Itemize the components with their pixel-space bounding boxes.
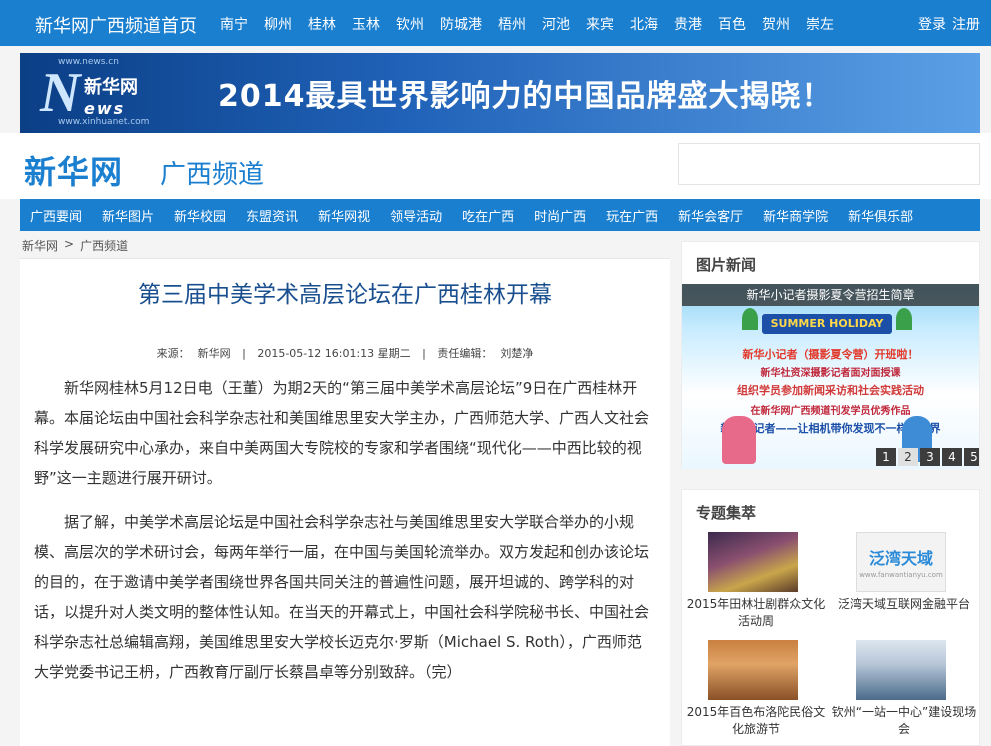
city-link[interactable]: 桂林 [308, 14, 336, 34]
nav-item[interactable]: 新华校园 [174, 206, 226, 225]
poster-line: 新华社资深摄影记者面对面授课 [760, 368, 901, 379]
topic-caption[interactable]: 钦州“一站一中心”建设现场会 [830, 704, 978, 738]
publish-datetime: 2015-05-12 16:01:13 星期二 [257, 347, 411, 360]
main-nav: 广西要闻 新华图片 新华校园 东盟资讯 新华网视 领导活动 吃在广西 时尚广西 … [20, 199, 980, 231]
city-link[interactable]: 玉林 [352, 14, 380, 34]
article: 第三届中美学术高层论坛在广西桂林开幕 来源： 新华网 | 2015-05-12 1… [20, 258, 670, 746]
slide-page-button[interactable]: 5 [964, 448, 979, 466]
topic-caption[interactable]: 泛湾天域互联网金融平台 [830, 596, 978, 613]
auth-links: 登录 注册 [918, 14, 986, 34]
nav-item[interactable]: 吃在广西 [462, 206, 514, 225]
cartoon-girl-icon [722, 416, 756, 464]
nav-item[interactable]: 东盟资讯 [246, 206, 298, 225]
poster-line: 新华小记者（摄影夏令营）开班啦！ [742, 348, 919, 361]
poster-line: 在新华网广西频道刊发学员优秀作品 [750, 406, 911, 417]
topic-thumbnail[interactable]: 泛湾天域 www.fanwantianyu.com [856, 532, 946, 592]
city-link[interactable]: 河池 [542, 14, 570, 34]
logo-url-bottom: www.xinhuanet.com [58, 117, 150, 127]
xinhua-news-logo: www.news.cn N 新华网 ews www.xinhuanet.com [34, 57, 204, 127]
meta-divider: | [242, 347, 246, 360]
meta-divider: | [422, 347, 426, 360]
palm-tree-icon [742, 308, 758, 330]
city-link[interactable]: 百色 [718, 14, 746, 34]
logo-chinese-name: 新华网 [84, 77, 138, 98]
nav-item[interactable]: 领导活动 [390, 206, 442, 225]
editor-label: 责任编辑： [437, 347, 493, 360]
logo-n-letter: N [40, 62, 81, 124]
topic-thumbnail[interactable] [708, 532, 798, 592]
article-paragraph: 据了解，中美学术高层论坛是中国社会科学杂志社与美国维思里安大学联合举办的小规模、… [34, 513, 650, 681]
article-title: 第三届中美学术高层论坛在广西桂林开幕 [138, 282, 552, 308]
city-link[interactable]: 贺州 [762, 14, 790, 34]
city-link[interactable]: 来宾 [586, 14, 614, 34]
photo-news-title: 图片新闻 [696, 256, 757, 274]
fanwan-url: www.fanwantianyu.com [859, 571, 943, 579]
nav-item[interactable]: 新华图片 [102, 206, 154, 225]
banner-headline: 2014最具世界影响力的中国品牌盛大揭晓！ [218, 79, 833, 114]
photo-news-slide[interactable]: 新华小记者摄影夏令营招生简章 SUMMER HOLIDAY 新华小记者（摄影夏令… [682, 284, 979, 469]
topic-thumbnail[interactable] [708, 640, 798, 700]
brand-logo[interactable]: 新华网 [24, 147, 123, 193]
nav-item[interactable]: 玩在广西 [606, 206, 658, 225]
slide-page-button[interactable]: 1 [876, 448, 896, 466]
city-link[interactable]: 北海 [630, 14, 658, 34]
photo-news-panel: 图片新闻 新华小记者摄影夏令营招生简章 SUMMER HOLIDAY 新华小记者… [681, 241, 980, 469]
breadcrumb-home[interactable]: 新华网 [22, 237, 58, 254]
city-link[interactable]: 南宁 [220, 14, 248, 34]
nav-item[interactable]: 新华会客厅 [678, 206, 743, 225]
header-ad-slot [678, 143, 980, 185]
ad-banner[interactable]: www.news.cn N 新华网 ews www.xinhuanet.com … [20, 53, 980, 133]
nav-item[interactable]: 新华俱乐部 [848, 206, 913, 225]
source-name: 新华网 [197, 347, 231, 360]
city-link[interactable]: 贵港 [674, 14, 702, 34]
editor-name: 刘楚净 [500, 347, 534, 360]
poster-line: 组织学员参加新闻采访和社会实践活动 [737, 384, 924, 397]
breadcrumb-separator: > [64, 237, 75, 251]
city-link[interactable]: 柳州 [264, 14, 292, 34]
register-link[interactable]: 注册 [952, 14, 980, 34]
nav-item[interactable]: 新华网视 [318, 206, 370, 225]
article-meta: 来源： 新华网 | 2015-05-12 16:01:13 星期二 | 责任编辑：… [20, 345, 670, 361]
logo-english-rest: ews [84, 99, 126, 118]
topic-caption[interactable]: 2015年田林壮剧群众文化活动周 [682, 596, 830, 630]
slide-page-button-active[interactable]: 2 [898, 448, 918, 466]
city-links: 南宁 柳州 桂林 玉林 钦州 防城港 梧州 河池 来宾 北海 贵港 百色 贺州 … [220, 14, 850, 34]
nav-item[interactable]: 时尚广西 [534, 206, 586, 225]
summer-holiday-badge: SUMMER HOLIDAY [762, 314, 892, 334]
breadcrumb: 新华网 > 广西频道 [22, 237, 128, 254]
login-link[interactable]: 登录 [918, 14, 946, 34]
topics-panel: 专题集萃 2015年田林壮剧群众文化活动周 泛湾天域 www.fanwantia… [681, 489, 980, 746]
source-label: 来源： [156, 347, 190, 360]
breadcrumb-current[interactable]: 广西频道 [80, 237, 128, 254]
slide-page-button[interactable]: 4 [942, 448, 962, 466]
site-home-link[interactable]: 新华网广西频道首页 [35, 12, 197, 38]
article-paragraph: 新华网桂林5月12日电（王董）为期2天的“第三届中美学术高层论坛”9日在广西桂林… [34, 379, 650, 487]
slide-pager: 1 2 3 4 5 [874, 448, 979, 466]
slide-caption[interactable]: 新华小记者摄影夏令营招生简章 [682, 284, 979, 306]
channel-name[interactable]: 广西频道 [160, 154, 264, 191]
city-link[interactable]: 崇左 [806, 14, 834, 34]
nav-item[interactable]: 广西要闻 [30, 206, 82, 225]
city-link[interactable]: 梧州 [498, 14, 526, 34]
top-bar: 新华网广西频道首页 南宁 柳州 桂林 玉林 钦州 防城港 梧州 河池 来宾 北海… [0, 0, 991, 46]
city-link[interactable]: 钦州 [396, 14, 424, 34]
slide-page-button[interactable]: 3 [920, 448, 940, 466]
nav-item[interactable]: 新华商学院 [763, 206, 828, 225]
topic-caption[interactable]: 2015年百色布洛陀民俗文化旅游节 [682, 704, 830, 738]
fanwan-logo: 泛湾天域 [868, 549, 933, 568]
palm-tree-icon [896, 308, 912, 330]
topic-thumbnail[interactable] [856, 640, 946, 700]
topics-title: 专题集萃 [696, 504, 757, 522]
city-link[interactable]: 防城港 [440, 14, 482, 34]
